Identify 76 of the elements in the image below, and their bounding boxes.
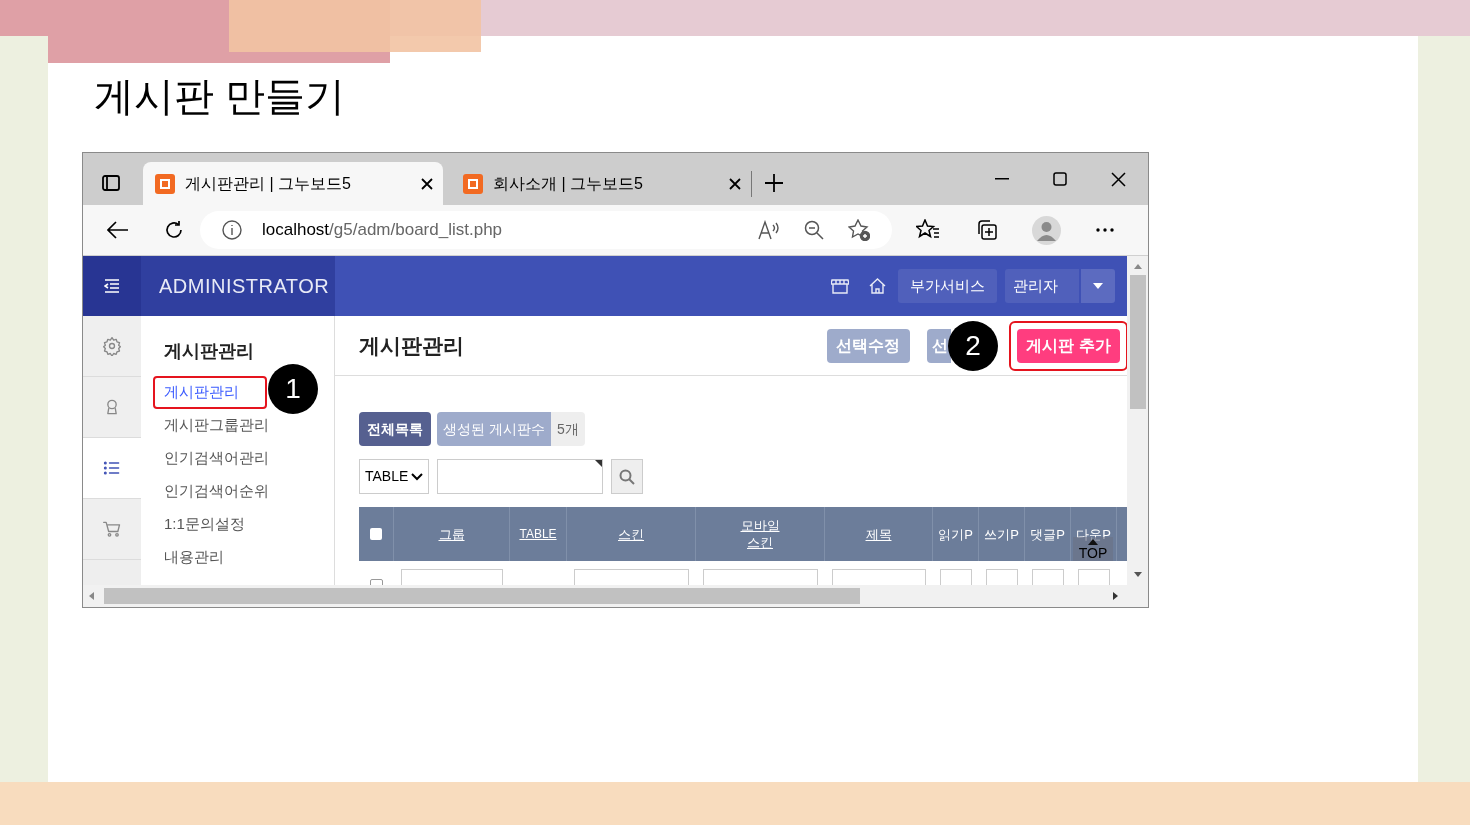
new-tab-icon[interactable]: [764, 173, 784, 193]
brand-title[interactable]: ADMINISTRATOR: [159, 271, 330, 301]
tab-title: 회사소개 | 그누보드5: [493, 173, 643, 194]
horizontal-scrollbar[interactable]: [83, 585, 1148, 607]
field-select[interactable]: TABLE: [359, 459, 429, 494]
menu-icon[interactable]: [104, 279, 120, 293]
submenu-title: 게시판관리: [164, 340, 255, 363]
submenu-item[interactable]: 내용관리: [153, 541, 267, 574]
browser-tab[interactable]: 게시판관리 | 그누보드5: [143, 162, 443, 205]
home-icon[interactable]: [869, 278, 886, 294]
resize-handle-icon: [595, 460, 602, 467]
search-icon: [619, 468, 635, 485]
column-header[interactable]: 제목: [825, 507, 933, 561]
dropdown-button[interactable]: [1081, 269, 1115, 303]
search-button[interactable]: [611, 459, 643, 494]
scroll-down-icon[interactable]: [1133, 572, 1142, 577]
top-button[interactable]: TOP: [1073, 537, 1113, 561]
scroll-left-icon[interactable]: [89, 592, 94, 600]
url-text: localhost/g5/adm/board_list.php: [262, 219, 503, 242]
info-icon[interactable]: [222, 220, 242, 240]
scroll-thumb[interactable]: [104, 588, 860, 604]
menu-toggle[interactable]: [83, 256, 141, 316]
settings-icon[interactable]: [102, 336, 122, 356]
chevron-icon: [411, 472, 423, 481]
browser-tab[interactable]: 회사소개 | 그누보드5: [451, 162, 751, 205]
column-header[interactable]: 스킨: [567, 507, 696, 561]
tab-title: 게시판관리 | 그누보드5: [185, 173, 351, 194]
favorites-icon[interactable]: [916, 219, 940, 241]
scroll-thumb[interactable]: [1129, 275, 1146, 409]
column-header: 쓰기P: [979, 507, 1025, 561]
column-header: 댓글P: [1025, 507, 1071, 561]
submenu-item[interactable]: 인기검색어관리: [153, 442, 267, 475]
vertical-scrollbar[interactable]: [1127, 256, 1148, 585]
submenu-item[interactable]: 인기검색어순위: [153, 475, 267, 508]
profile-avatar-icon[interactable]: [1032, 215, 1061, 245]
count-value: 5개: [550, 412, 585, 446]
admin-menu-button[interactable]: 관리자: [1005, 269, 1079, 303]
minimize-icon[interactable]: [995, 178, 1009, 180]
header-button[interactable]: 부가서비스: [898, 269, 997, 303]
top-label: TOP: [1078, 545, 1108, 561]
maximize-icon[interactable]: [1053, 172, 1067, 186]
column-header[interactable]: 그룹: [394, 507, 510, 561]
more-icon[interactable]: [1096, 228, 1114, 232]
column-header[interactable]: 모바일 스킨: [696, 507, 825, 561]
collections-icon[interactable]: [975, 219, 997, 241]
count-label: 생성된 게시판수: [437, 412, 551, 446]
close-icon[interactable]: [729, 177, 741, 190]
page-title: 게시판관리: [359, 332, 464, 359]
submenu-item[interactable]: 1:1문의설정: [153, 508, 267, 541]
tab-favicon-icon: [463, 173, 483, 194]
tab-actions-icon[interactable]: [101, 173, 121, 193]
address-bar[interactable]: localhost/g5/adm/board_list.php: [200, 211, 892, 249]
up-arrow-icon: [1088, 539, 1098, 545]
caret-icon: [1093, 283, 1103, 289]
column-header: 읽기P: [933, 507, 979, 561]
scroll-up-icon[interactable]: [1133, 264, 1142, 269]
submenu-item[interactable]: 게시판관리: [153, 376, 267, 409]
checkbox[interactable]: [370, 528, 382, 540]
shop-icon[interactable]: [831, 278, 849, 294]
close-icon[interactable]: [421, 177, 433, 190]
slide-title: 게시판 만들기: [94, 73, 346, 120]
nav-tab[interactable]: [83, 438, 141, 499]
tab-favicon-icon: [155, 173, 175, 194]
back-icon[interactable]: [107, 221, 129, 239]
action-button[interactable]: 게시판 추가: [1017, 328, 1120, 363]
add-favorite-icon[interactable]: [848, 219, 870, 241]
close-icon[interactable]: [1111, 171, 1126, 187]
zoom-out-icon[interactable]: [804, 220, 824, 240]
reload-icon[interactable]: [164, 220, 184, 240]
all-list-button[interactable]: 전체목록: [359, 412, 431, 446]
read-aloud-icon[interactable]: [758, 220, 780, 240]
search-field[interactable]: [437, 459, 603, 494]
column-header[interactable]: TABLE: [510, 507, 567, 561]
scroll-right-icon[interactable]: [1113, 592, 1118, 600]
cart-icon[interactable]: [102, 519, 122, 539]
submenu-item[interactable]: 게시판그룹관리: [153, 409, 267, 442]
